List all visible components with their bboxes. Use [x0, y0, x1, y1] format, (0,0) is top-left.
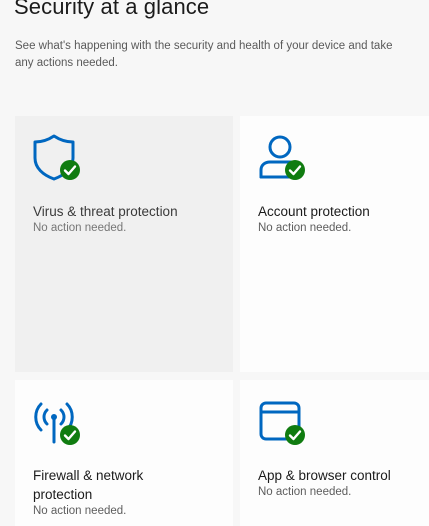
check-badge-icon	[59, 424, 81, 446]
tile-title: Account protection	[258, 204, 370, 219]
tile-firewall-network-protection[interactable]: Firewall & network protection No action …	[15, 380, 233, 526]
tile-virus-threat-protection[interactable]: Virus & threat protection No action need…	[15, 116, 233, 372]
tile-account-protection[interactable]: Account protection No action needed.	[240, 116, 429, 372]
page-title: Security at a glance	[14, 0, 210, 19]
tile-title: Virus & threat protection	[33, 204, 178, 219]
page-subtitle: See what's happening with the security a…	[15, 40, 393, 69]
tile-status: No action needed.	[258, 222, 352, 234]
tile-title: Firewall & network protection	[33, 468, 144, 502]
tile-status: No action needed.	[258, 486, 352, 498]
tile-title: App & browser control	[258, 468, 391, 483]
check-badge-icon	[284, 159, 306, 181]
tile-app-browser-control[interactable]: App & browser control No action needed.	[240, 380, 429, 526]
tile-status: No action needed.	[33, 505, 127, 517]
check-badge-icon	[59, 159, 81, 181]
tile-status: No action needed.	[33, 222, 127, 234]
check-badge-icon	[284, 424, 306, 446]
